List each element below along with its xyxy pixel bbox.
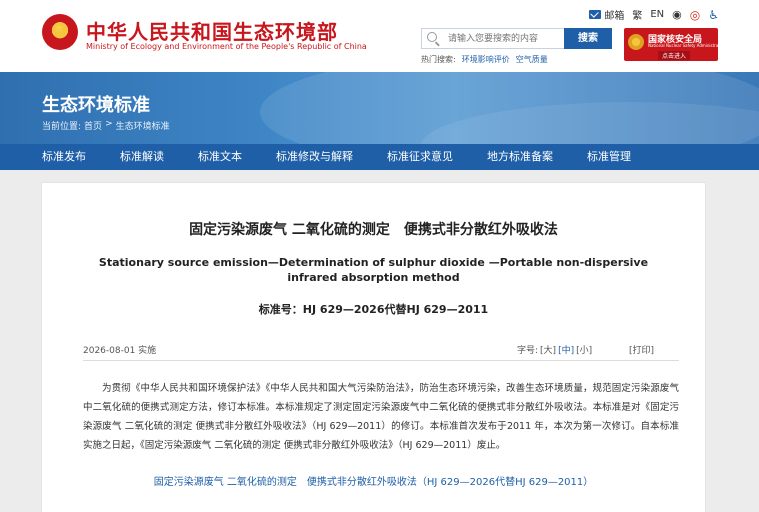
hot-search-item[interactable]: 空气质量 [516, 54, 548, 65]
nnsa-emblem-icon [628, 34, 644, 50]
nav-item-standard-management[interactable]: 标准管理 [587, 144, 631, 170]
hot-search-item[interactable]: 环境影响评价 [462, 54, 510, 65]
nav-item-standard-revision[interactable]: 标准修改与解释 [276, 144, 353, 170]
breadcrumb-home[interactable]: 首页 [84, 119, 102, 132]
article-card: 固定污染源废气 二氧化硫的测定 便携式非分散红外吸收法 Stationary s… [41, 182, 706, 512]
breadcrumb: 当前位置: 首页 > 生态环境标准 [42, 119, 170, 132]
attachment-link[interactable]: 固定污染源废气 二氧化硫的测定 便携式非分散红外吸收法（HJ 629—2026代… [42, 473, 705, 488]
font-size-label: 字号: [517, 346, 539, 356]
weibo-icon[interactable]: ◎ [690, 8, 700, 22]
accessibility-icon[interactable]: ♿ [708, 8, 719, 22]
font-size-controls: 字号: [大] [中] [小] [517, 343, 592, 356]
nnsa-enter-label: 点击进入 [658, 51, 691, 60]
main-nav: 标准发布 标准解读 标准文本 标准修改与解释 标准征求意见 地方标准备案 标准管… [0, 144, 759, 170]
effective-date: 2026-08-01 实施 [83, 346, 157, 356]
nav-item-standard-release[interactable]: 标准发布 [42, 144, 86, 170]
mail-icon [589, 10, 602, 19]
mail-link[interactable]: 邮箱 [589, 7, 624, 22]
search-icon [427, 32, 437, 42]
ministry-name-en[interactable]: Ministry of Ecology and Environment of t… [86, 42, 367, 51]
ministry-name-cn[interactable]: 中华人民共和国生态环境部 [86, 16, 338, 45]
nnsa-link-banner[interactable]: 国家核安全局 National Nuclear Safety Administr… [624, 28, 726, 61]
nav-item-local-standards[interactable]: 地方标准备案 [487, 144, 553, 170]
wechat-icon[interactable]: ◉ [672, 8, 682, 21]
nav-item-standard-text[interactable]: 标准文本 [198, 144, 242, 170]
national-emblem-icon [42, 14, 78, 50]
search-box: 搜索 [421, 28, 612, 49]
section-banner: 生态环境标准 当前位置: 首页 > 生态环境标准 [0, 72, 759, 144]
breadcrumb-separator: > [105, 119, 113, 129]
print-button[interactable]: [打印] [629, 343, 654, 356]
hot-search-label: 热门搜索: [421, 55, 456, 64]
site-header: 中华人民共和国生态环境部 Ministry of Ecology and Env… [0, 0, 759, 72]
english-link[interactable]: EN [650, 9, 664, 20]
search-button[interactable]: 搜索 [564, 28, 612, 49]
mail-label: 邮箱 [604, 11, 625, 22]
hot-searches: 热门搜索: 环境影响评价 空气质量 [421, 54, 548, 65]
breadcrumb-label: 当前位置: [42, 122, 82, 132]
traditional-chinese-link[interactable]: 繁 [632, 7, 642, 22]
search-input[interactable] [448, 31, 562, 46]
nav-item-standard-comments[interactable]: 标准征求意见 [387, 144, 453, 170]
top-links: 邮箱 繁 EN ◉ ◎ ♿ [589, 7, 719, 22]
article-meta: 2026-08-01 实施 字号: [大] [中] [小] [打印] [83, 339, 679, 361]
article-title-cn: 固定污染源废气 二氧化硫的测定 便携式非分散红外吸收法 [189, 222, 558, 238]
section-title: 生态环境标准 [42, 95, 150, 116]
nav-item-standard-interpretation[interactable]: 标准解读 [120, 144, 164, 170]
standard-number: 标准号：HJ 629—2026代替HJ 629—2011 [258, 303, 489, 316]
article-body: 为贯彻《中华人民共和国环境保护法》《中华人民共和国大气污染防治法》，防治生态环境… [83, 379, 679, 455]
font-size-large[interactable]: [大] [540, 343, 556, 356]
article-paragraph: 为贯彻《中华人民共和国环境保护法》《中华人民共和国大气污染防治法》，防治生态环境… [83, 383, 679, 451]
font-size-medium[interactable]: [中] [558, 343, 574, 356]
nnsa-name-en: National Nuclear Safety Administration [648, 43, 726, 48]
article-title-en: Stationary source emission—Determination… [98, 256, 649, 284]
breadcrumb-current[interactable]: 生态环境标准 [116, 119, 170, 132]
font-size-small[interactable]: [小] [576, 343, 592, 356]
